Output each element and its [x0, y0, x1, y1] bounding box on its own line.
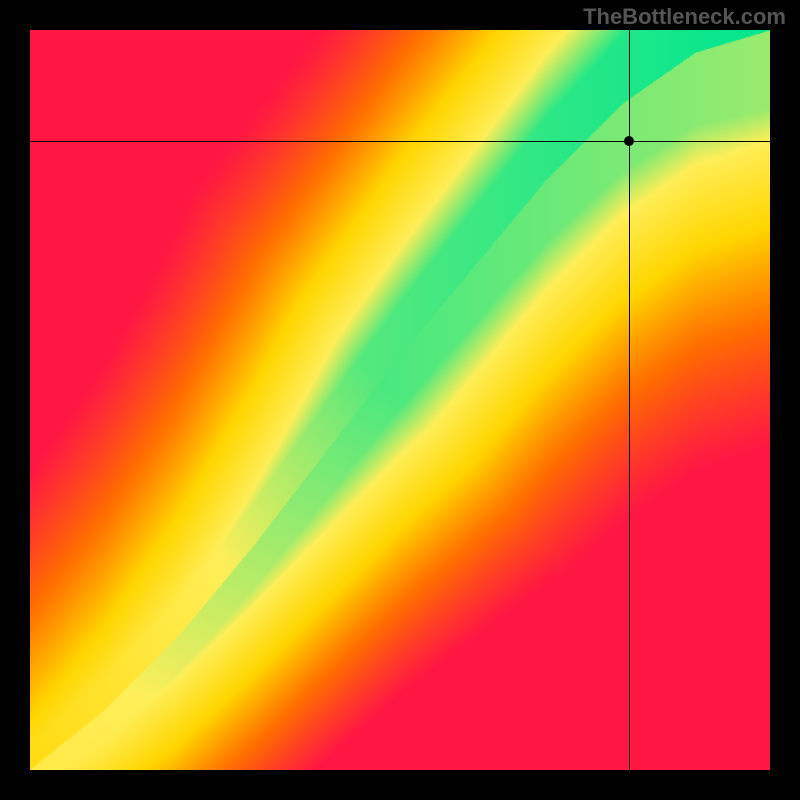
- chart-container: TheBottleneck.com: [0, 0, 800, 800]
- crosshair-horizontal: [30, 141, 770, 142]
- plot-area: [30, 30, 770, 770]
- watermark-text: TheBottleneck.com: [583, 4, 786, 30]
- marker-dot: [624, 136, 634, 146]
